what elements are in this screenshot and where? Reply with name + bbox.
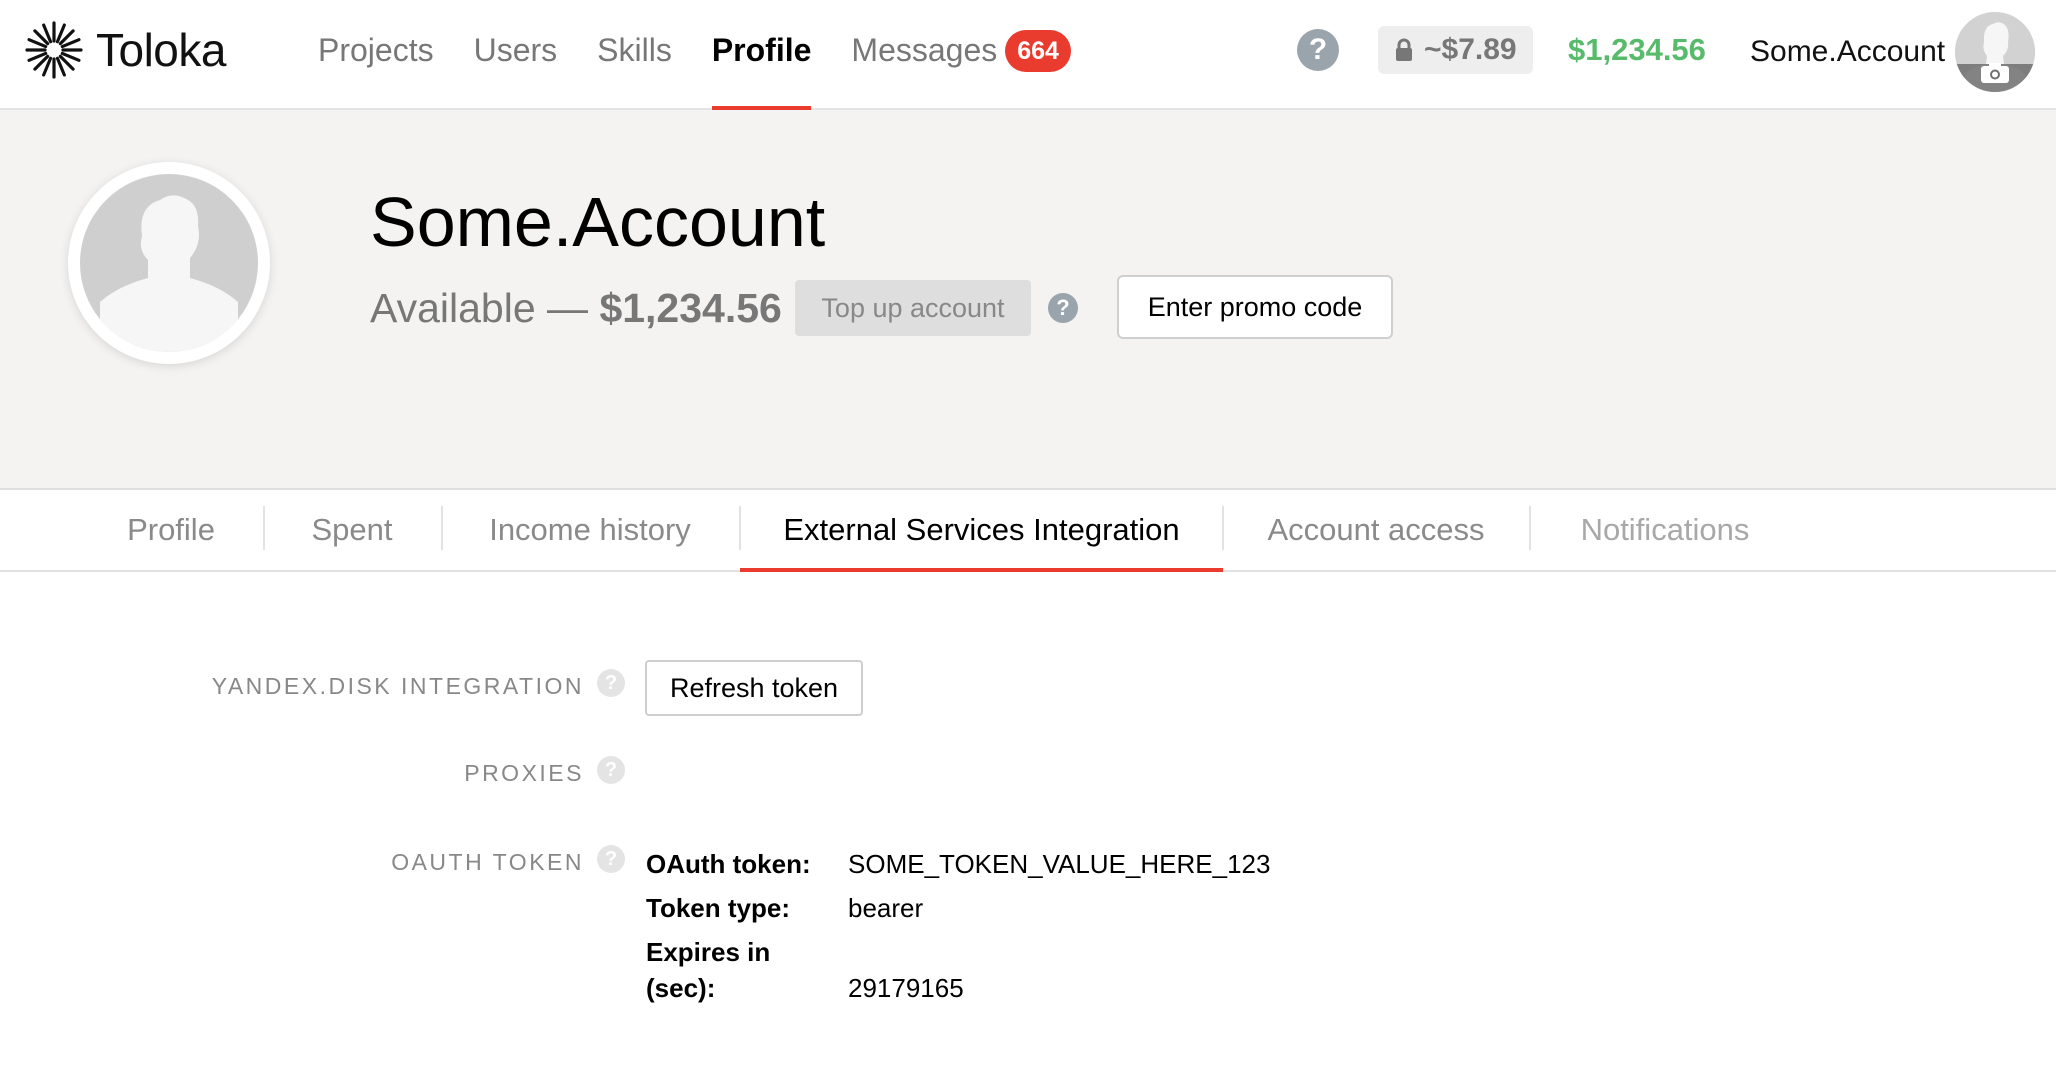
tab-divider xyxy=(1222,506,1224,550)
expires-value: 29179165 xyxy=(848,973,964,1003)
token-type-key: Token type: xyxy=(646,893,790,923)
available-label: Available — xyxy=(370,285,600,331)
help-icon[interactable]: ? xyxy=(597,845,625,873)
oauth-token-key: OAuth token: xyxy=(646,849,811,879)
account-name[interactable]: Some.Account xyxy=(1750,32,1945,72)
lock-icon xyxy=(1396,38,1412,61)
proxies-label: PROXIES xyxy=(464,760,584,786)
expires-key-line1: Expires in xyxy=(646,937,771,967)
expires-key-line2: (sec): xyxy=(646,973,716,1003)
refresh-token-button[interactable]: Refresh token xyxy=(645,660,863,716)
tab-external-services-integration[interactable]: External Services Integration xyxy=(740,490,1223,572)
nav-item-label: Skills xyxy=(597,32,672,68)
profile-tabs: Profile Spent Income history External Se… xyxy=(0,490,2056,572)
nav-item-profile[interactable]: Profile xyxy=(711,0,812,110)
profile-avatar-image xyxy=(80,174,258,352)
locked-amount: ~$7.89 xyxy=(1424,33,1517,66)
logo-text: Toloka xyxy=(96,24,226,76)
user-silhouette-icon xyxy=(100,195,238,352)
profile-avatar[interactable] xyxy=(68,162,270,364)
nav-item-label: Profile xyxy=(711,32,812,68)
nav-item-users[interactable]: Users xyxy=(474,0,558,110)
top-navigation-bar: Toloka Projects Users Skills Profile Mes… xyxy=(0,0,2056,110)
yandex-disk-label: YANDEX.DISK INTEGRATION xyxy=(211,673,584,699)
tab-divider xyxy=(1529,506,1531,550)
profile-header: Some.Account Available — $1,234.56 Top u… xyxy=(0,110,2056,490)
help-icon[interactable]: ? xyxy=(597,669,625,697)
nav-item-messages[interactable]: Messages 664 xyxy=(851,0,1071,110)
tab-spent[interactable]: Spent xyxy=(296,490,408,570)
toloka-starburst-icon xyxy=(25,21,83,79)
tab-income-history[interactable]: Income history xyxy=(474,490,706,570)
messages-count-badge: 664 xyxy=(1005,30,1071,72)
camera-icon xyxy=(1981,63,2009,83)
logo[interactable]: Toloka xyxy=(24,20,226,80)
available-amount: $1,234.56 xyxy=(599,285,782,331)
help-icon[interactable]: ? xyxy=(1048,293,1078,323)
main-nav: Projects Users Skills Profile Messages 66… xyxy=(318,0,1111,110)
tab-profile[interactable]: Profile xyxy=(108,490,234,570)
nav-item-label: Messages xyxy=(851,32,998,68)
tab-notifications[interactable]: Notifications xyxy=(1562,490,1768,570)
tab-account-access[interactable]: Account access xyxy=(1256,490,1496,570)
locked-funds-indicator: ~$7.89 xyxy=(1378,26,1533,74)
nav-item-projects[interactable]: Projects xyxy=(318,0,434,110)
oauth-token-label: OAUTH TOKEN xyxy=(391,849,584,875)
help-icon[interactable]: ? xyxy=(597,756,625,784)
help-icon[interactable]: ? xyxy=(1297,29,1339,71)
nav-item-label: Projects xyxy=(318,32,434,68)
available-balance: Available — $1,234.56 xyxy=(370,282,782,334)
tab-divider xyxy=(441,506,443,550)
avatar[interactable] xyxy=(1955,12,2035,92)
tab-divider xyxy=(263,506,265,550)
token-type-value: bearer xyxy=(848,893,924,923)
top-up-account-button[interactable]: Top up account xyxy=(795,280,1031,336)
enter-promo-code-button[interactable]: Enter promo code xyxy=(1117,275,1393,339)
nav-item-label: Users xyxy=(473,32,558,68)
account-balance[interactable]: $1,234.56 xyxy=(1568,30,1706,70)
oauth-token-value: SOME_TOKEN_VALUE_HERE_123 xyxy=(848,849,1271,879)
profile-name: Some.Account xyxy=(370,183,826,261)
nav-item-skills[interactable]: Skills xyxy=(597,0,672,110)
